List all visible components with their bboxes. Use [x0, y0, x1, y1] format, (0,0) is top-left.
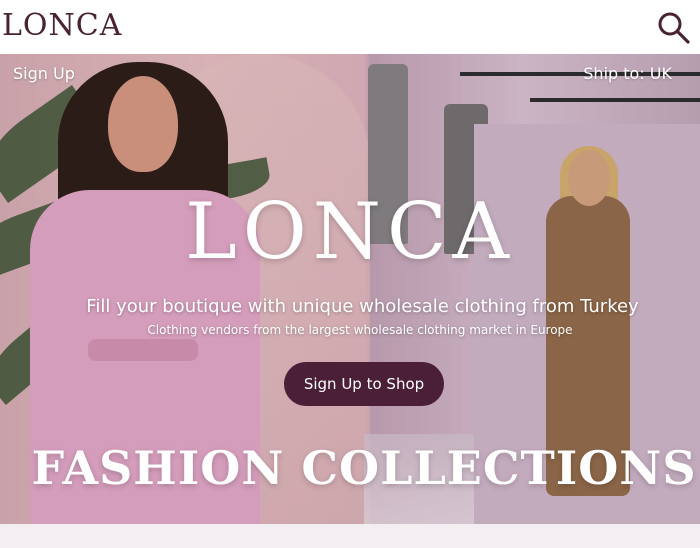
- clothing-rack: [530, 98, 700, 102]
- ship-to-selector[interactable]: Ship to: UK: [583, 64, 672, 83]
- model-left-belt: [88, 339, 198, 361]
- sign-up-link[interactable]: Sign Up: [13, 64, 75, 83]
- search-button[interactable]: [656, 10, 692, 46]
- fashion-collections-title: FASHION COLLECTIONS: [31, 441, 697, 495]
- hero-headline: Fill your boutique with unique wholesale…: [86, 296, 639, 317]
- logo[interactable]: LONCA: [2, 8, 122, 43]
- sign-up-to-shop-button[interactable]: Sign Up to Shop: [284, 362, 444, 406]
- model-left-face: [108, 76, 178, 172]
- search-icon: [658, 12, 690, 44]
- page-bottom-strip: [0, 524, 700, 548]
- site-header: LONCA: [0, 0, 700, 54]
- hero-banner: Sign Up Ship to: UK LONCA Fill your bout…: [0, 54, 700, 524]
- hero-subheadline: Clothing vendors from the largest wholes…: [147, 323, 573, 337]
- hero-brand-title: LONCA: [184, 187, 515, 277]
